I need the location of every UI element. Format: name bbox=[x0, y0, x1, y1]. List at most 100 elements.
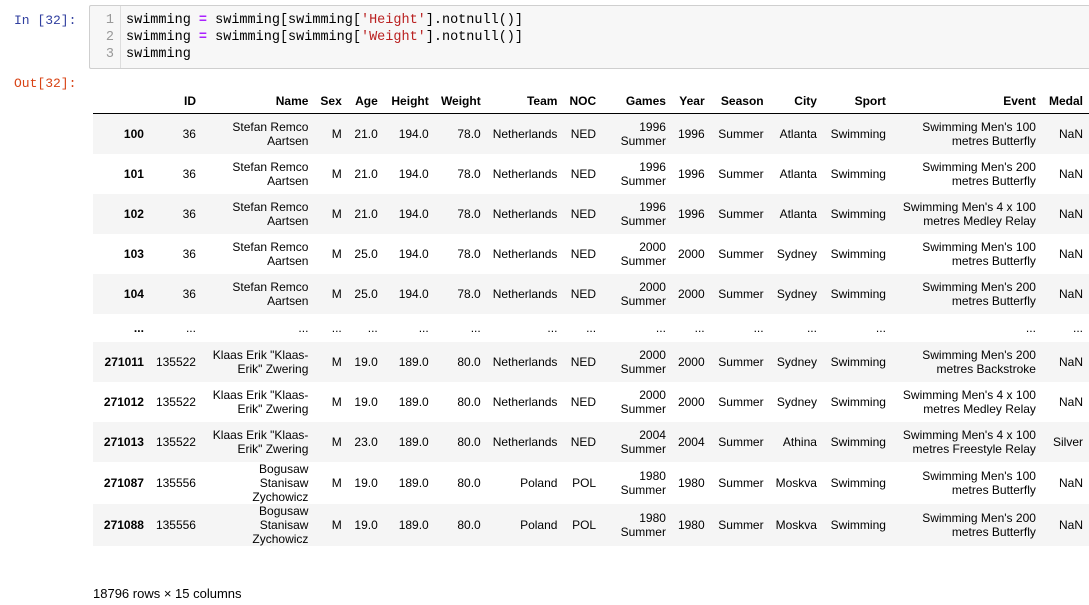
input-prompt: In [32]: bbox=[14, 13, 77, 28]
table-cell: 2000 bbox=[677, 394, 705, 409]
table-cell: Netherlands bbox=[492, 286, 558, 301]
line-number: 1 bbox=[105, 13, 114, 28]
table-cell: ... bbox=[1025, 320, 1036, 335]
table-cell: 1980 Summer bbox=[620, 468, 666, 497]
table-cell: 2000 Summer bbox=[620, 347, 666, 376]
table-header-row: ID Name Sex Age Height Weight Team NOC Games Year… bbox=[93, 88, 1089, 114]
code-cell[interactable]: 123 swimming = swimming[swimming['Height… bbox=[89, 5, 1089, 69]
table-cell: Sydney bbox=[776, 394, 817, 409]
table-cell: 2004 Summer bbox=[620, 427, 666, 456]
column-header: Event bbox=[891, 88, 1042, 114]
table-cell: 23.0 bbox=[354, 434, 378, 449]
table-cell: M bbox=[331, 434, 342, 449]
code-token: ].notnull()] bbox=[425, 13, 523, 28]
column-header: Season bbox=[710, 88, 770, 114]
table-cell: Swimming bbox=[830, 475, 886, 490]
table-row: 100 36 Stefan Remco Aartsen M 21.0 194.0 78.0 N… bbox=[93, 113, 1089, 154]
table-cell: 78.0 bbox=[457, 286, 481, 301]
column-header: Year bbox=[671, 88, 711, 114]
table-cell: 19.0 bbox=[354, 354, 378, 369]
table-cell: 36 bbox=[182, 166, 196, 181]
table-cell: M bbox=[331, 517, 342, 532]
table-cell: ... bbox=[694, 320, 705, 335]
table-cell: 1980 bbox=[677, 475, 705, 490]
table-cell: NED bbox=[570, 126, 597, 141]
table-cell: Klaas Erik "Klaas-Erik" Zwering bbox=[212, 387, 309, 416]
table-cell: Athina bbox=[782, 434, 817, 449]
table-cell: Sydney bbox=[776, 246, 817, 261]
table-cell: 78.0 bbox=[457, 126, 481, 141]
table-cell: NaN bbox=[1058, 354, 1083, 369]
table-row: 102 36 Stefan Remco Aartsen M 21.0 194.0 78.0 N… bbox=[93, 193, 1089, 234]
code-editor[interactable]: swimming = swimming[swimming['Height'].n… bbox=[126, 12, 523, 63]
table-cell: Poland bbox=[520, 475, 558, 490]
code-line[interactable]: swimming bbox=[126, 46, 523, 63]
code-line[interactable]: swimming = swimming[swimming['Height'].n… bbox=[126, 12, 523, 29]
table-cell: Summer bbox=[718, 517, 764, 532]
row-index: 104 bbox=[123, 286, 144, 301]
table-cell: 19.0 bbox=[354, 517, 378, 532]
table-cell: 189.0 bbox=[398, 394, 429, 409]
code-token: = bbox=[198, 13, 208, 28]
table-cell: Swimming bbox=[830, 286, 886, 301]
table-cell: 2000 bbox=[677, 354, 705, 369]
table-cell: ... bbox=[547, 320, 558, 335]
code-line[interactable]: swimming = swimming[swimming['Weight'].n… bbox=[126, 29, 523, 46]
table-row: 271088 135556 Bogusaw Stanisaw Zychowicz M 1… bbox=[93, 503, 1089, 546]
table-cell: 135556 bbox=[155, 475, 196, 490]
table-cell: POL bbox=[572, 517, 597, 532]
table-cell: Summer bbox=[718, 206, 764, 221]
table-cell: 135522 bbox=[155, 394, 196, 409]
table-cell: Atlanta bbox=[779, 166, 817, 181]
table-cell: Swimming bbox=[830, 394, 886, 409]
table-cell: 135522 bbox=[155, 354, 196, 369]
row-index: 271013 bbox=[103, 434, 144, 449]
dataframe-table: ID Name Sex Age Height Weight Team NOC Games Year… bbox=[93, 88, 1089, 546]
table-cell: 2000 bbox=[677, 246, 705, 261]
code-token: ].notnull()] bbox=[425, 30, 523, 45]
table-cell: Moskva bbox=[775, 517, 817, 532]
column-header: Age bbox=[347, 88, 384, 114]
table-cell: Swimming bbox=[830, 166, 886, 181]
table-cell: Poland bbox=[520, 517, 558, 532]
table-cell: 2000 bbox=[677, 286, 705, 301]
table-cell: Atlanta bbox=[779, 126, 817, 141]
table-cell: 21.0 bbox=[354, 166, 378, 181]
column-header: ID bbox=[149, 88, 202, 114]
table-cell: Moskva bbox=[775, 475, 817, 490]
table-cell: 194.0 bbox=[398, 206, 429, 221]
code-token: = bbox=[198, 30, 208, 45]
table-cell: 135522 bbox=[155, 434, 196, 449]
table-cell: Swimming Men's 4 x 100 metres Freestyle … bbox=[902, 427, 1036, 456]
table-cell: Swimming Men's 100 metres Butterfly bbox=[922, 468, 1036, 497]
row-index: 271012 bbox=[103, 394, 144, 409]
table-cell: Swimming bbox=[830, 206, 886, 221]
table-cell: NaN bbox=[1058, 517, 1083, 532]
row-index: 101 bbox=[123, 166, 144, 181]
table-cell: 21.0 bbox=[354, 126, 378, 141]
column-header: Sex bbox=[314, 88, 348, 114]
row-index: 100 bbox=[123, 126, 144, 141]
table-cell: 19.0 bbox=[354, 475, 378, 490]
table-cell: 1980 bbox=[677, 517, 705, 532]
dataframe-shape: 18796 rows × 15 columns bbox=[93, 586, 242, 601]
table-cell: Bogusaw Stanisaw Zychowicz bbox=[252, 461, 309, 504]
column-header: NOC bbox=[563, 88, 603, 114]
table-cell: Swimming bbox=[830, 354, 886, 369]
table-cell: Swimming bbox=[830, 126, 886, 141]
table-cell: Swimming bbox=[830, 246, 886, 261]
table-cell: 21.0 bbox=[354, 206, 378, 221]
column-header: Medal bbox=[1041, 88, 1089, 114]
table-cell: Summer bbox=[718, 166, 764, 181]
table-cell: ... bbox=[418, 320, 429, 335]
code-token: swimming[swimming[ bbox=[207, 13, 361, 28]
table-cell: M bbox=[331, 354, 342, 369]
table-cell: Swimming Men's 200 metres Butterfly bbox=[922, 279, 1036, 308]
table-cell: 189.0 bbox=[398, 434, 429, 449]
line-numbers: 1 2 3 bbox=[90, 6, 121, 68]
table-cell: Summer bbox=[718, 246, 764, 261]
table-cell: M bbox=[331, 166, 342, 181]
table-cell: Netherlands bbox=[492, 166, 558, 181]
code-token: swimming bbox=[126, 47, 191, 62]
table-cell: Summer bbox=[718, 394, 764, 409]
